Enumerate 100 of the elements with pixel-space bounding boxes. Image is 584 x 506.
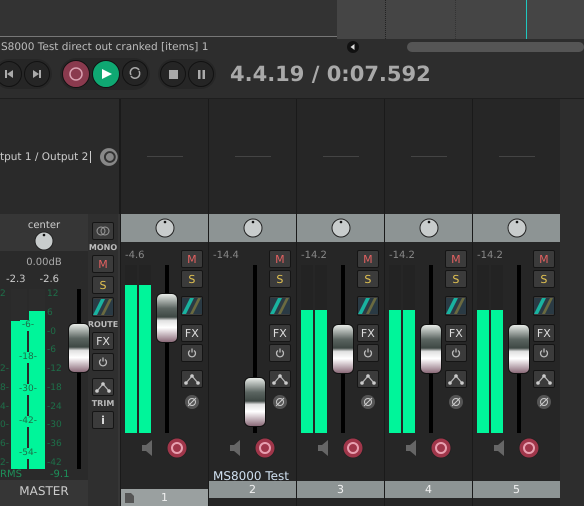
phase-icon[interactable] [272,394,288,410]
info-button[interactable]: i [92,411,114,430]
scale-label: 4- [0,402,9,413]
play-button[interactable] [92,60,120,88]
pan-knob[interactable] [34,231,54,252]
record-arm-button[interactable] [430,437,452,460]
scale-label: -18- [17,352,39,363]
power-button[interactable] [92,353,114,372]
stop-button[interactable] [160,61,186,88]
solo-button[interactable]: S [92,276,114,294]
route-button[interactable] [532,296,555,316]
scrollbar[interactable] [407,42,584,52]
envelope-button[interactable] [356,370,379,388]
pan-knob[interactable] [242,218,262,238]
speaker-icon[interactable] [406,440,416,456]
mute-button[interactable]: M [356,250,379,268]
record-arm-button[interactable] [342,437,364,460]
arrange-area[interactable] [0,0,337,38]
record-arm-button[interactable] [518,437,540,460]
scroll-left-icon[interactable] [347,41,359,53]
envelope-button[interactable] [532,370,555,388]
fx-button[interactable]: FX [532,324,555,342]
status-text: S8000 Test direct out cranked [items] 1 [1,41,210,53]
fx-button[interactable]: FX [444,324,467,342]
pan-knob[interactable] [418,218,438,238]
volume-fader[interactable] [244,377,266,428]
mute-button[interactable]: M [444,250,467,268]
volume-fader[interactable] [156,293,178,344]
record-arm-button[interactable] [254,437,276,460]
power-button[interactable] [180,344,203,362]
peak-readout: -14.2 [301,250,328,262]
speaker-icon[interactable] [318,440,328,456]
speaker-icon[interactable] [142,440,152,456]
solo-button[interactable]: S [356,270,379,288]
record-button[interactable] [62,60,90,88]
volume-fader[interactable] [508,324,530,374]
pan-knob[interactable] [154,218,174,238]
phase-icon[interactable] [536,394,552,410]
scale-label: 6- [0,439,9,450]
previous-icon [4,69,14,80]
route-button[interactable] [268,296,291,316]
solo-button[interactable]: S [180,270,203,288]
speaker-icon[interactable] [230,440,240,456]
scale-label: 8- [0,382,9,394]
power-button[interactable] [532,344,555,362]
power-button[interactable] [444,344,467,362]
play-icon [100,68,112,80]
pause-button[interactable] [188,61,214,88]
scale-label: 6 [46,308,54,319]
scale-label: -30- [17,384,39,395]
fx-button[interactable]: FX [356,324,379,342]
phase-icon[interactable] [360,394,376,410]
fx-button[interactable]: FX [268,324,291,342]
stripes-icon [93,299,113,316]
route-button[interactable] [180,296,203,316]
solo-button[interactable]: S [268,270,291,288]
record-arm-button[interactable] [166,437,188,460]
route-button[interactable] [444,296,467,316]
scale-label: -54- [17,448,39,459]
speaker-icon[interactable] [494,440,504,456]
phase-icon[interactable] [184,394,200,410]
envelope-button[interactable] [180,370,203,388]
volume-fader[interactable] [332,324,354,374]
route-button[interactable] [92,297,114,318]
peak-readout: -14.2 [477,250,504,262]
folder-icon[interactable] [125,492,134,503]
volume-fader[interactable] [68,322,90,373]
envelope-button[interactable] [444,370,467,388]
volume-fader[interactable] [420,324,442,374]
next-button[interactable] [24,61,50,88]
mute-button[interactable]: M [92,255,114,274]
route-button[interactable] [356,296,379,316]
power-button[interactable] [268,344,291,362]
output-icon[interactable] [99,146,119,167]
volume-readout: 0.00dB [26,257,62,268]
trim-label: TRIM [92,399,114,408]
mono-button[interactable] [92,222,114,240]
pan-knob[interactable] [330,218,350,238]
power-icon [538,348,549,358]
previous-button[interactable] [0,61,22,88]
pan-knob[interactable] [506,218,526,238]
power-button[interactable] [356,344,379,362]
repeat-button[interactable] [122,60,148,86]
peak-readout: -14.4 [213,250,240,262]
envelope-button[interactable] [92,378,114,396]
envelope-button[interactable] [268,370,291,388]
stripes-icon [446,298,466,314]
power-icon [186,348,197,358]
solo-button[interactable]: S [532,270,555,288]
scale-label: -36 [46,439,62,450]
mute-button[interactable]: M [180,250,203,268]
mute-button[interactable]: M [532,250,555,268]
next-icon [32,69,42,80]
mute-button[interactable]: M [268,250,291,268]
phase-icon[interactable] [448,394,464,410]
solo-button[interactable]: S [444,270,467,288]
output-label[interactable]: tput 1 / Output 2 [0,150,92,163]
fx-button[interactable]: FX [180,324,203,342]
scale-label: -18 [46,382,62,394]
fx-button[interactable]: FX [92,332,114,350]
